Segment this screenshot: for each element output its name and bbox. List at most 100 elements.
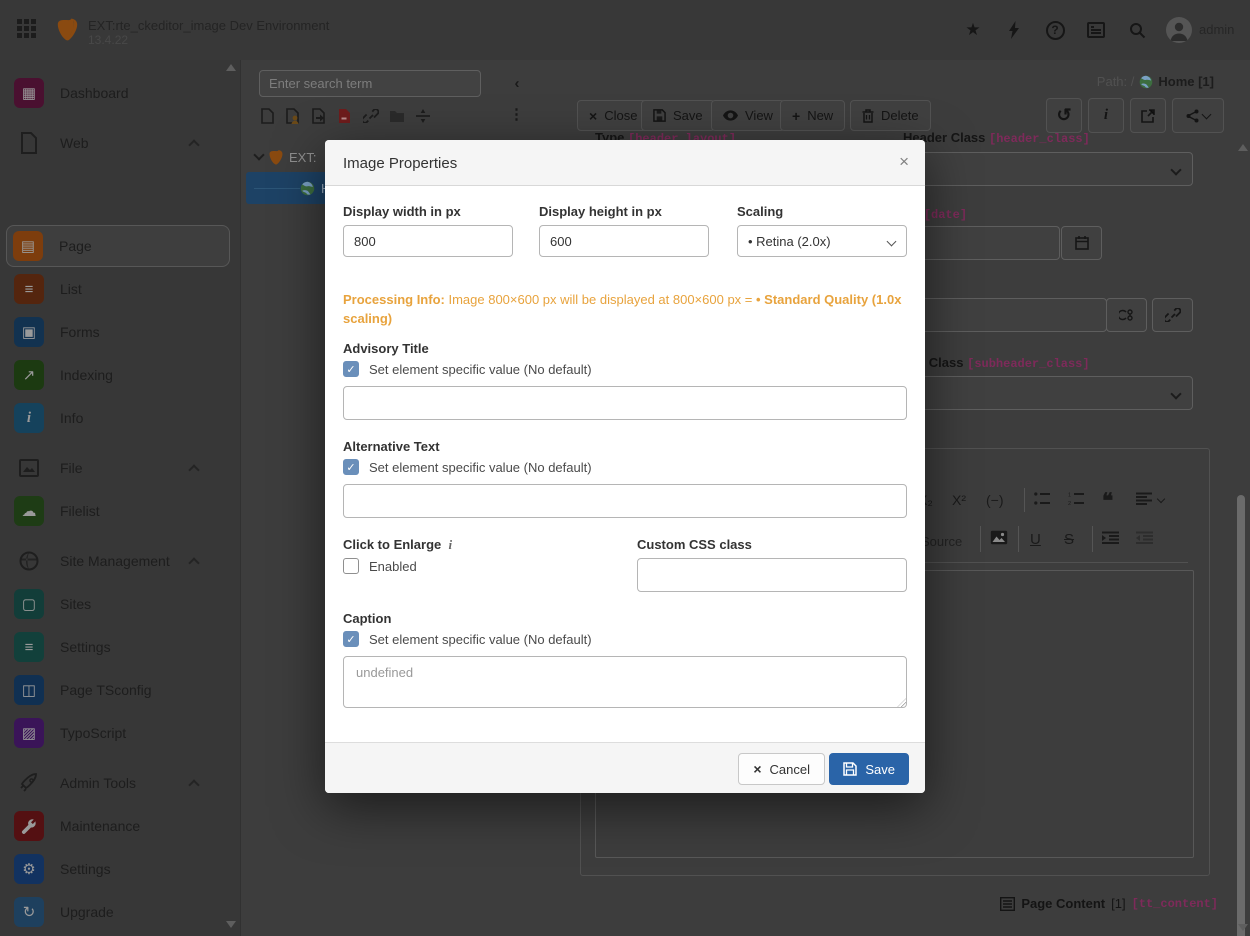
new-button[interactable]: + New (780, 100, 845, 131)
avatar[interactable] (1166, 17, 1192, 43)
chevron-up-icon[interactable] (188, 464, 199, 475)
display-width-input[interactable] (343, 225, 513, 257)
custom-css-input[interactable] (637, 558, 907, 592)
path-page[interactable]: Home [1] (1158, 74, 1214, 89)
svg-text:2: 2 (1068, 501, 1071, 505)
alternative-text-checkbox[interactable]: ✓ (343, 459, 359, 475)
folder-icon[interactable] (389, 107, 405, 125)
advisory-title-input[interactable] (343, 386, 907, 420)
header-class-select[interactable] (903, 152, 1193, 186)
hidden-page-icon[interactable] (337, 107, 353, 125)
rte-outdent-button[interactable] (1136, 531, 1153, 544)
chevron-up-icon[interactable] (188, 779, 199, 790)
save-button[interactable]: Save (641, 100, 715, 131)
app-grid-icon[interactable] (17, 19, 39, 41)
sidebar-item-sites[interactable]: ▢ Sites (8, 583, 232, 625)
rte-superscript-button[interactable]: X² (952, 492, 966, 508)
rte-numbered-list-button[interactable]: 12 (1068, 492, 1084, 505)
link-browse-button[interactable] (1152, 298, 1193, 332)
delete-button[interactable]: Delete (850, 100, 931, 131)
display-height-input[interactable] (539, 225, 709, 257)
rte-strikethrough-button[interactable]: S (1064, 531, 1074, 548)
rte-indent-button[interactable] (1102, 531, 1119, 544)
bookmark-star-icon[interactable]: ★ (960, 17, 986, 43)
enabled-checkbox[interactable] (343, 558, 359, 574)
new-page-user-icon[interactable] (285, 107, 301, 125)
tree-expand-chevron-icon[interactable] (253, 149, 264, 160)
sidebar-item-page-tsconfig[interactable]: ◫ Page TSconfig (8, 669, 232, 711)
scroll-up-arrow[interactable] (1238, 144, 1248, 151)
modal-close-icon[interactable]: × (899, 152, 909, 172)
systeminfo-icon[interactable] (1083, 17, 1109, 43)
rte-softhyphen-button[interactable]: (−) (986, 492, 1004, 508)
header-class-field-label: Header Class [header_class] (903, 130, 1090, 146)
info-icon[interactable]: i (448, 537, 452, 552)
new-page-icon[interactable] (259, 107, 275, 125)
scroll-down-arrow[interactable] (1238, 924, 1248, 931)
sidebar-scroll-down[interactable] (226, 921, 236, 928)
help-icon[interactable]: ? (1042, 17, 1068, 43)
close-button[interactable]: × Close (577, 100, 649, 131)
chevron-up-icon[interactable] (188, 139, 199, 150)
advisory-title-checkbox[interactable]: ✓ (343, 361, 359, 377)
separator-icon[interactable] (415, 107, 431, 125)
tree-toolbar (259, 105, 431, 127)
sidebar-item-admin-settings[interactable]: ⚙ Settings (8, 848, 232, 890)
clear-cache-bolt-icon[interactable] (1001, 17, 1027, 43)
record-browse-button[interactable] (1106, 298, 1147, 332)
sidebar-item-maintenance[interactable]: Maintenance (8, 805, 232, 847)
scrollbar-thumb[interactable] (1237, 495, 1245, 936)
tree-kebab-menu[interactable]: ⋮ (509, 105, 524, 123)
caption-checkbox[interactable]: ✓ (343, 631, 359, 647)
share-button[interactable] (1172, 98, 1224, 133)
modal-save-button[interactable]: Save (829, 753, 909, 785)
sidebar-section-site-management[interactable]: Site Management (8, 540, 232, 582)
datepicker-button[interactable] (1061, 226, 1102, 260)
history-button[interactable]: ↺ (1046, 98, 1082, 133)
username-label[interactable]: admin (1199, 22, 1234, 37)
view-button[interactable]: View (711, 100, 785, 131)
scaling-select[interactable]: • Retina (2.0x) (737, 225, 907, 257)
path-globe-icon (1139, 75, 1153, 89)
chevron-up-icon[interactable] (188, 557, 199, 568)
file-image-icon (14, 453, 44, 483)
alternative-text-checkbox-row: ✓ Set element specific value (No default… (343, 459, 592, 475)
new-shortcut-page-icon[interactable] (311, 107, 327, 125)
rte-alignment-button[interactable] (1136, 492, 1152, 505)
content-scrollbar[interactable] (1238, 140, 1248, 936)
tree-collapse-button[interactable]: ‹ (507, 71, 527, 95)
caption-textarea[interactable] (343, 656, 907, 708)
path-prefix: Path: / (1097, 74, 1135, 89)
rte-alignment-chevron-icon[interactable] (1158, 496, 1164, 502)
sidebar-item-typoscript[interactable]: ▨ TypoScript (8, 712, 232, 754)
rte-bulleted-list-button[interactable] (1034, 492, 1050, 505)
sidebar-item-filelist[interactable]: ☁ Filelist (8, 490, 232, 532)
rte-underline-button[interactable]: U (1030, 531, 1041, 548)
sidebar-item-indexing[interactable]: ↗ Indexing (8, 354, 232, 396)
sidebar-item-dashboard[interactable]: ▦ Dashboard (8, 72, 232, 114)
cancel-button[interactable]: × Cancel (738, 753, 825, 785)
sidebar-section-admin-tools[interactable]: Admin Tools (8, 762, 232, 804)
search-icon[interactable] (1124, 17, 1150, 43)
tree-search-input[interactable] (259, 70, 481, 97)
rte-blockquote-button[interactable]: ❝ (1102, 489, 1113, 514)
rte-source-button[interactable]: Source (921, 534, 962, 549)
sidebar-section-web[interactable]: Web (8, 122, 232, 164)
textarea-resize-handle[interactable] (897, 698, 906, 707)
sidebar-item-site-settings[interactable]: ≡ Settings (8, 626, 232, 668)
rte-separator (980, 526, 981, 552)
link-icon[interactable] (363, 107, 379, 125)
sidebar-section-file[interactable]: File (8, 447, 232, 489)
sidebar-item-list[interactable]: ≡ List (8, 268, 232, 310)
alternative-text-input[interactable] (343, 484, 907, 518)
sidebar-item-upgrade[interactable]: ↻ Upgrade (8, 891, 232, 933)
open-new-window-button[interactable] (1130, 98, 1166, 133)
sidebar-scroll-up[interactable] (226, 64, 236, 71)
sidebar-item-forms[interactable]: ▣ Forms (8, 311, 232, 353)
tree-root-node[interactable]: EXT: (255, 146, 316, 168)
sidebar-item-info[interactable]: i Info (8, 397, 232, 439)
page-info-button[interactable]: i (1088, 98, 1124, 133)
sidebar-item-page[interactable]: ▤ Page (6, 225, 230, 267)
rte-image-button[interactable] (990, 530, 1008, 545)
display-height-label: Display height in px (539, 204, 662, 219)
